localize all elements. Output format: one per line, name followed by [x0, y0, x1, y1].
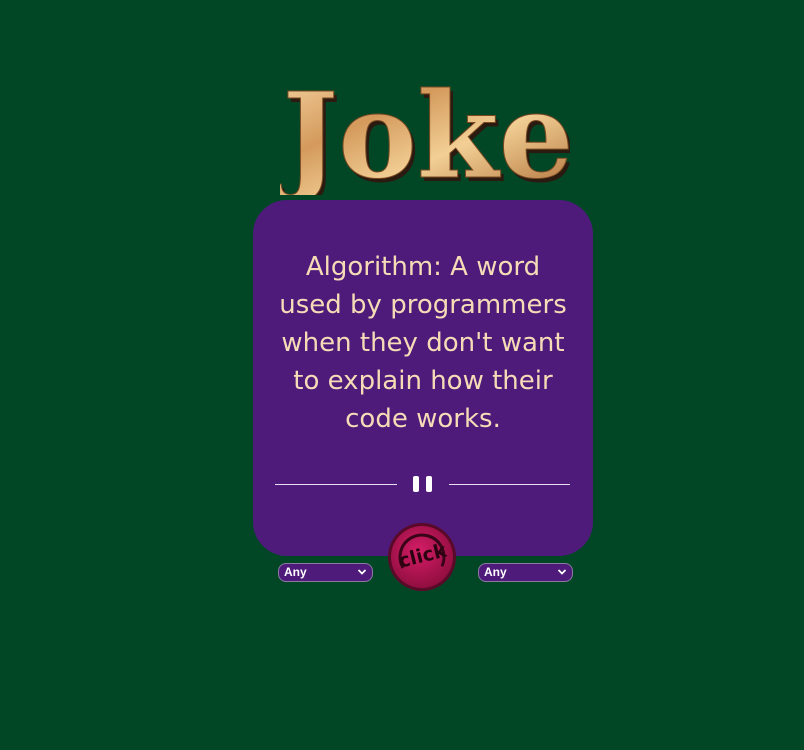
pause-button[interactable] [410, 474, 436, 494]
divider-right [449, 484, 570, 485]
divider-left [275, 484, 397, 485]
category-select[interactable]: Any [278, 563, 373, 582]
joke-card: Algorithm: A word used by programmers wh… [253, 200, 593, 556]
pause-icon [413, 476, 419, 492]
pause-icon [426, 476, 432, 492]
type-select[interactable]: Any [478, 563, 573, 582]
chevron-down-icon [357, 569, 367, 575]
chevron-down-icon [557, 569, 567, 575]
logo-text: Joke [280, 66, 570, 195]
joke-logo: Joke Joke [280, 66, 570, 196]
joke-text: Algorithm: A word used by programmers wh… [279, 252, 567, 434]
type-select-value: Any [484, 565, 507, 579]
category-select-value: Any [284, 565, 307, 579]
app-page: Joke Joke Algorithm: A word used by prog… [0, 0, 804, 750]
click-button[interactable]: click [387, 522, 457, 592]
